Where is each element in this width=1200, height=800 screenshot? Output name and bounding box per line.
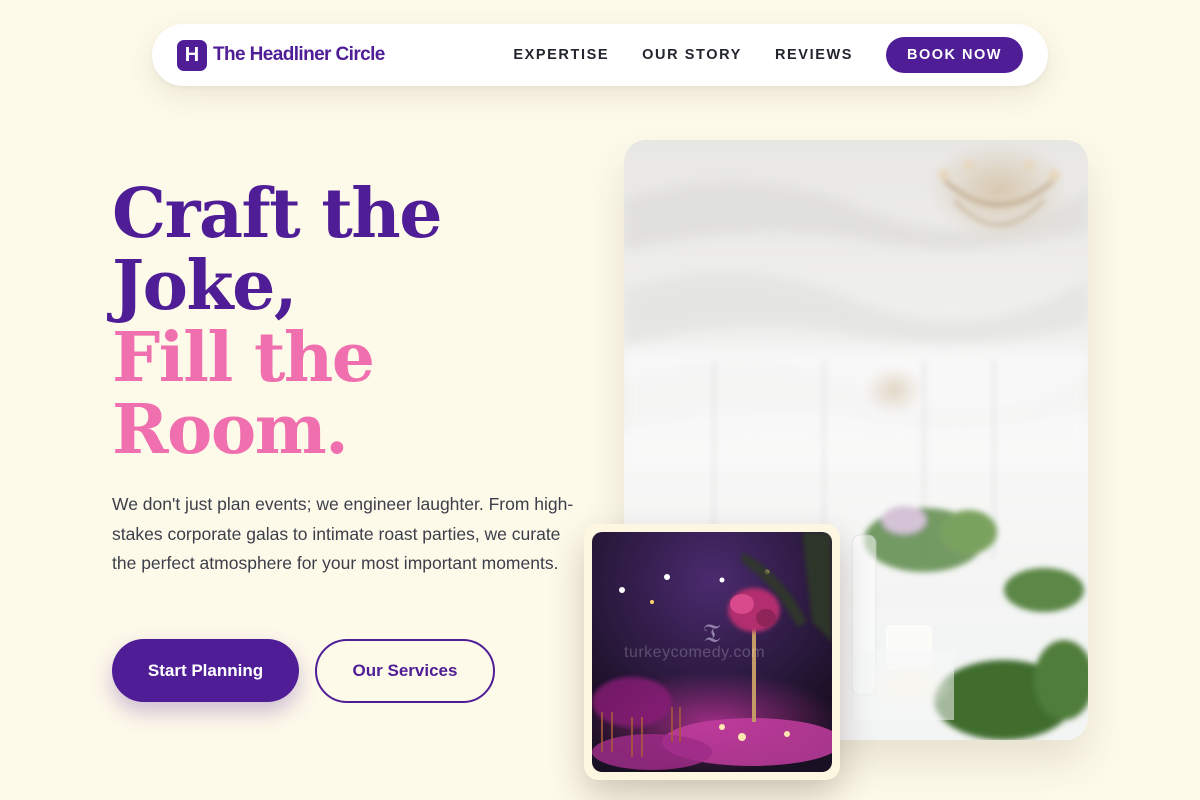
brand-logo[interactable]: H The Headliner Circle [177,39,385,71]
nav-links: EXPERTISE OUR STORY REVIEWS BOOK NOW [513,37,1023,73]
hero-description: We don't just plan events; we engineer l… [112,494,574,573]
our-services-button[interactable]: Our Services [315,639,495,703]
book-now-button[interactable]: BOOK NOW [886,37,1023,73]
logo-mark-icon: H [177,39,207,71]
headline-line-4: Room. [112,390,349,470]
top-navbar: H The Headliner Circle EXPERTISE OUR STO… [152,24,1048,86]
headline-line-1: Craft the [112,174,442,254]
start-planning-button[interactable]: Start Planning [112,639,299,702]
brand-name: The Headliner Circle [213,44,385,65]
headline-line-3: Fill the [112,318,375,398]
hero-headline: Craft the Joke, Fill the Room. [112,178,552,466]
nav-link-expertise[interactable]: EXPERTISE [513,47,609,63]
nav-link-reviews[interactable]: REVIEWS [775,47,853,63]
main-photo-watermark: turkeycomedy.com [746,430,913,451]
inset-photo-frame: 𝔗 turkeycomedy.com [584,524,840,780]
banquet-photo-watermark: turkeycomedy.com [624,644,766,661]
nav-link-our-story[interactable]: OUR STORY [642,47,742,63]
headline-line-2: Joke, [112,246,298,326]
banquet-photo: 𝔗 turkeycomedy.com [592,532,832,772]
